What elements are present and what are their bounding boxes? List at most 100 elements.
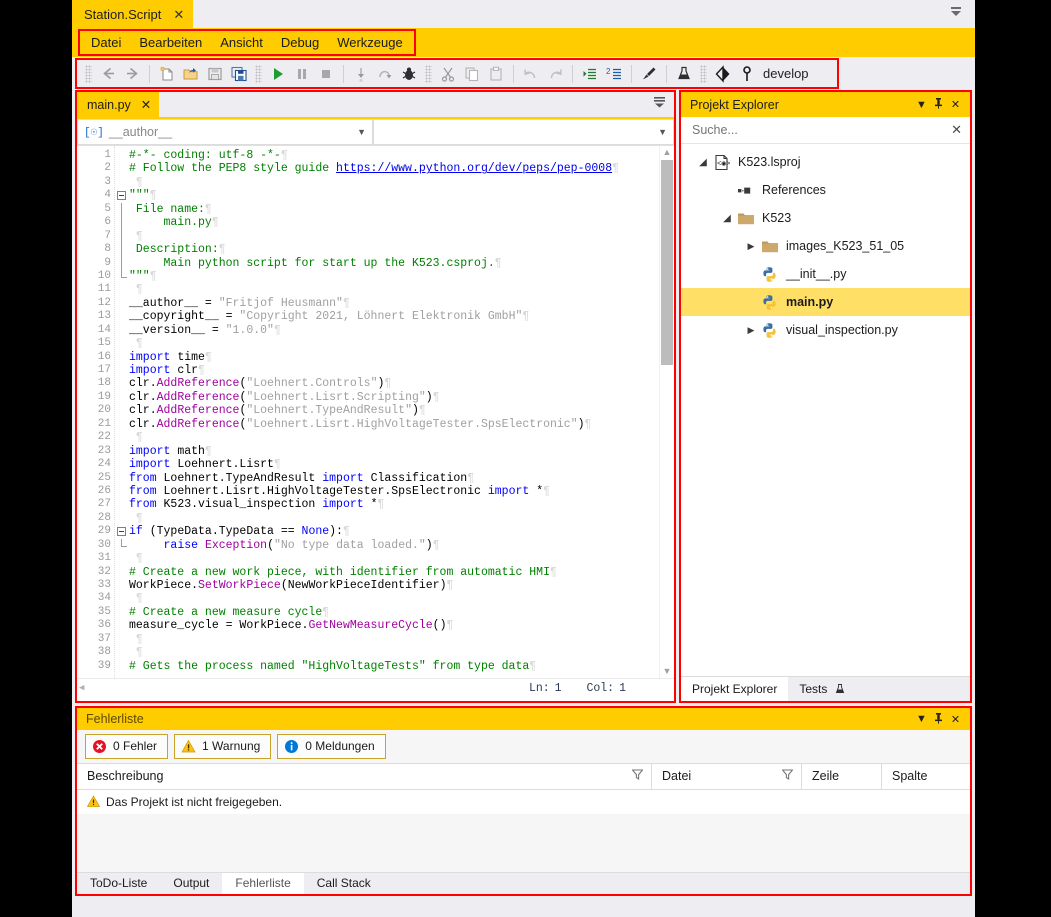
tree-item-visual-inspection-py[interactable]: visual_inspection.py: [681, 316, 970, 344]
cut-icon[interactable]: [436, 62, 460, 86]
tree-item-k523[interactable]: K523: [681, 204, 970, 232]
breadcrumb-member-dropdown[interactable]: [☉] __author__ ▼: [77, 119, 373, 145]
tree-item-images-k523-51-05[interactable]: images_K523_51_05: [681, 232, 970, 260]
expand-arrow-icon[interactable]: [695, 157, 711, 168]
paste-icon[interactable]: [484, 62, 508, 86]
code-text[interactable]: #-*- coding: utf-8 -*-¶ # Follow the PEP8…: [129, 146, 659, 678]
fold-marker[interactable]: [115, 525, 129, 538]
tab-todo-liste[interactable]: ToDo-Liste: [77, 873, 160, 894]
editor-tab-main-py[interactable]: main.py ✕: [77, 92, 160, 117]
step-over-icon[interactable]: [373, 62, 397, 86]
tab-label: ToDo-Liste: [90, 876, 148, 891]
fold-marker[interactable]: [115, 256, 129, 270]
menu-item-werkzeuge[interactable]: Werkzeuge: [328, 32, 412, 53]
outdent-icon[interactable]: 2: [602, 62, 626, 86]
pause-icon[interactable]: [290, 62, 314, 86]
debug-bug-icon[interactable]: [397, 62, 421, 86]
undo-icon[interactable]: [519, 62, 543, 86]
fold-marker[interactable]: [115, 202, 129, 217]
tab-output[interactable]: Output: [160, 873, 222, 894]
pin-icon[interactable]: [930, 97, 947, 112]
column-header-spalte[interactable]: Spalte: [882, 764, 967, 789]
save-all-icon[interactable]: [227, 62, 251, 86]
fold-marker[interactable]: [115, 269, 129, 283]
forward-arrow-icon[interactable]: [120, 62, 144, 86]
tab-fehlerliste[interactable]: Fehlerliste: [222, 872, 304, 894]
fold-marker[interactable]: [115, 229, 129, 244]
menu-item-bearbeiten[interactable]: Bearbeiten: [130, 32, 211, 53]
double-chevron-down-icon[interactable]: [947, 6, 965, 22]
back-arrow-icon[interactable]: [96, 62, 120, 86]
clear-search-icon[interactable]: ✕: [951, 122, 962, 138]
scroll-down-icon[interactable]: ▼: [660, 665, 674, 678]
open-folder-icon[interactable]: [179, 62, 203, 86]
pin-icon[interactable]: [930, 712, 947, 727]
search-input[interactable]: [689, 122, 952, 138]
new-file-icon[interactable]: [155, 62, 179, 86]
copy-icon[interactable]: [460, 62, 484, 86]
git-branch-label[interactable]: develop: [763, 66, 809, 81]
filter-icon[interactable]: [781, 769, 794, 783]
expand-arrow-icon[interactable]: [719, 213, 735, 224]
close-icon[interactable]: ✕: [947, 98, 964, 111]
run-icon[interactable]: [266, 62, 290, 86]
line-number: 36: [97, 619, 111, 632]
error-list-rows[interactable]: Das Projekt ist nicht freigegeben.: [77, 789, 970, 872]
git-branch-source-icon[interactable]: [711, 62, 735, 86]
indent-icon[interactable]: [578, 62, 602, 86]
collapse-arrow-icon[interactable]: [743, 241, 759, 252]
fold-marker[interactable]: [115, 189, 129, 202]
project-tree[interactable]: <◉> K523.lsproj References K523 images_K523_…: [680, 144, 970, 676]
build-icon[interactable]: [672, 62, 696, 86]
folder-icon: [759, 239, 781, 254]
collapse-arrow-icon[interactable]: [743, 325, 759, 336]
fold-marker[interactable]: [115, 538, 129, 552]
close-icon[interactable]: ✕: [173, 8, 184, 21]
chevron-down-icon[interactable]: ▼: [913, 99, 930, 111]
column-header-beschreibung[interactable]: Beschreibung: [77, 763, 652, 789]
column-header-datei[interactable]: Datei: [652, 763, 802, 789]
scroll-left-icon[interactable]: ◀: [79, 683, 84, 693]
menu-item-debug[interactable]: Debug: [272, 32, 328, 53]
filter-warnings-button[interactable]: 1 Warnung: [174, 733, 272, 759]
stop-icon[interactable]: [314, 62, 338, 86]
column-header-zeile[interactable]: Zeile: [802, 763, 882, 789]
menu-item-datei[interactable]: Datei: [82, 32, 130, 53]
project-file-icon: <◉>: [711, 154, 733, 171]
tab-tests[interactable]: Tests: [788, 677, 857, 701]
tab-list-icon[interactable]: [653, 97, 666, 111]
toolbar-grip[interactable]: [255, 64, 262, 83]
scroll-up-icon[interactable]: ▲: [660, 146, 674, 159]
code-area[interactable]: 1 2 3 4 5 6 7 8 9 10 11 12 13 14 15 16 17 18 19 20 21 22 23 24 2…: [77, 146, 674, 678]
toolbar-grip[interactable]: [700, 64, 707, 83]
tree-item-main-py[interactable]: main.py: [680, 288, 970, 316]
fold-marker[interactable]: [115, 216, 129, 230]
tree-item-k523-lsproj[interactable]: <◉> K523.lsproj: [681, 148, 970, 176]
filter-icon[interactable]: [631, 769, 644, 783]
tree-item-references[interactable]: References: [681, 176, 970, 204]
menu-item-ansicht[interactable]: Ansicht: [211, 32, 272, 53]
step-into-icon[interactable]: [349, 62, 373, 86]
window-tab-station-script[interactable]: Station.Script ✕: [72, 0, 194, 28]
table-row[interactable]: Das Projekt ist nicht freigegeben.: [77, 790, 970, 814]
close-icon[interactable]: ✕: [947, 713, 964, 726]
editor-vertical-scrollbar[interactable]: ▲ ▼: [658, 146, 674, 678]
git-branch-icon[interactable]: [735, 62, 759, 86]
close-icon[interactable]: ✕: [141, 97, 151, 112]
tab-projekt-explorer[interactable]: Projekt Explorer: [680, 677, 789, 701]
code-folding-column[interactable]: [115, 146, 129, 678]
toolbar-grip[interactable]: [85, 64, 92, 83]
clean-icon[interactable]: [637, 62, 661, 86]
breadcrumb-secondary-dropdown[interactable]: ▼: [373, 119, 674, 145]
chevron-down-icon[interactable]: ▼: [913, 713, 930, 725]
tree-item-init-py[interactable]: __init__.py: [681, 260, 970, 288]
tab-call-stack[interactable]: Call Stack: [304, 873, 384, 894]
scrollbar-thumb[interactable]: [660, 160, 673, 365]
save-icon[interactable]: [203, 62, 227, 86]
fold-marker[interactable]: [115, 243, 129, 257]
filter-errors-button[interactable]: 0 Fehler: [85, 733, 169, 759]
toolbar-grip[interactable]: [425, 64, 432, 83]
project-explorer-search[interactable]: ✕: [680, 117, 970, 144]
redo-icon[interactable]: [543, 62, 567, 86]
filter-messages-button[interactable]: 0 Meldungen: [277, 733, 386, 759]
